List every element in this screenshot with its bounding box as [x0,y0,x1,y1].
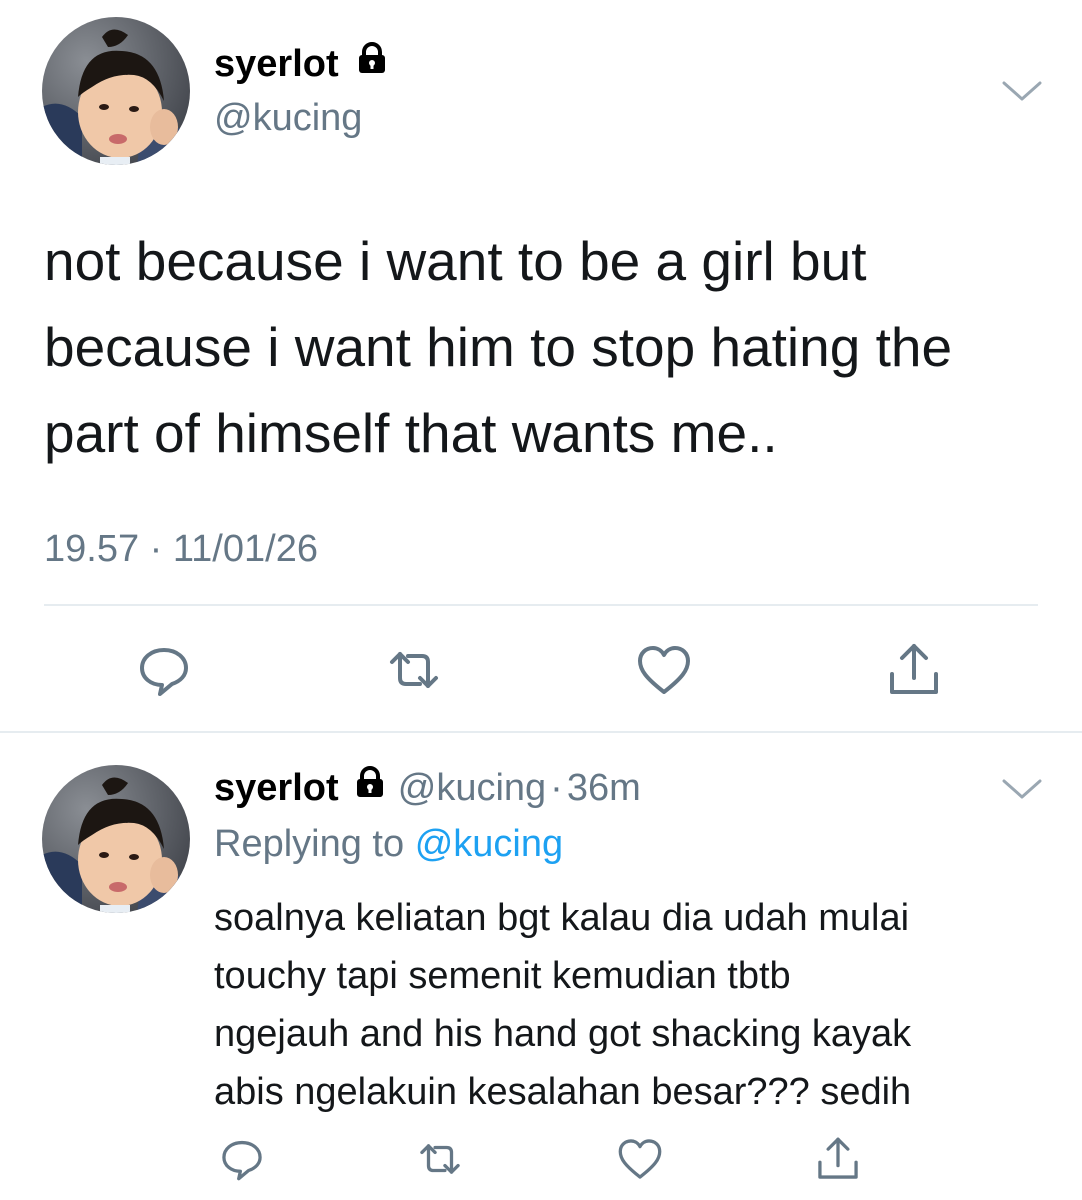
avatar[interactable] [42,765,190,913]
reply-text-line: ngejauh and his hand got shacking kayak [214,1013,912,1055]
handle[interactable]: @kucing [398,767,546,809]
timestamp[interactable]: 19.57 · 11/01/26 [44,525,318,573]
avatar[interactable] [42,17,190,165]
retweet-icon[interactable] [414,1133,466,1185]
like-icon[interactable] [614,1133,666,1185]
reply-icon[interactable] [132,638,196,702]
replying-to-handle[interactable]: @kucing [415,823,563,865]
handle[interactable]: @kucing [214,94,362,142]
tweet-text-line: not because i want to be a girl but [44,230,867,292]
time-ago[interactable]: 36m [567,767,641,809]
reply-text-line: abis ngelakuin kesalahan besar??? sedih [214,1071,912,1113]
display-name[interactable]: syerlot [214,767,339,809]
replying-to-label: Replying to [214,823,405,865]
reply-icon[interactable] [216,1133,268,1185]
tweet-text: not because i want to be a girl but beca… [44,218,1054,476]
divider [44,604,1038,606]
reply-text-line: soalnya keliatan bgt kalau dia udah mula… [214,897,910,939]
tweet-text-line: because i want him to stop hating the [44,316,953,378]
action-bar [0,638,1082,702]
lock-icon [355,39,389,87]
chevron-down-icon[interactable] [1000,78,1044,104]
reply-text: soalnya keliatan bgt kalau dia udah mula… [214,889,1064,1121]
reply-text-line: touchy tapi semenit kemudian tbtb [214,955,791,997]
separator-dot: · [550,767,563,809]
chevron-down-icon[interactable] [1000,776,1044,802]
lock-icon [353,763,387,811]
reply-header: syerlot @kucing · 36m [214,764,641,812]
section-divider [0,731,1082,733]
tweet-text-line: part of himself that wants me.. [44,402,778,464]
replying-to: Replying to @kucing [214,820,563,868]
share-icon[interactable] [812,1133,864,1185]
like-icon[interactable] [632,638,696,702]
share-icon[interactable] [882,638,946,702]
reply-action-bar [0,1133,1082,1185]
display-name[interactable]: syerlot [214,43,339,85]
retweet-icon[interactable] [382,638,446,702]
